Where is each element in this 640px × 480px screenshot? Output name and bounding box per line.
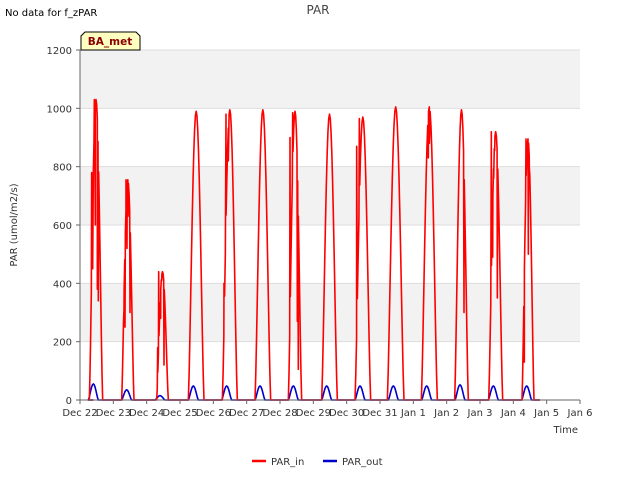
background-band	[80, 50, 580, 109]
y-tick-label: 1000	[47, 104, 72, 115]
background-band	[80, 283, 580, 342]
x-tick-label: Dec 23	[96, 408, 131, 419]
x-tick-label: Dec 22	[62, 408, 97, 419]
x-tick-label: Dec 27	[229, 408, 264, 419]
chart-title: PAR	[306, 3, 329, 17]
x-tick-label: Dec 25	[162, 408, 197, 419]
badge-label: BA_met	[88, 36, 132, 48]
x-tick-label: Jan 2	[433, 408, 459, 419]
x-tick-label: Dec 28	[262, 408, 297, 419]
background-band	[80, 341, 580, 400]
y-tick-label: 1200	[47, 46, 72, 57]
x-tick-label: Jan 6	[567, 408, 593, 419]
y-tick-label: 800	[53, 163, 72, 174]
ba-met-badge: BA_met	[80, 31, 141, 51]
x-tick-label: Dec 31	[362, 408, 397, 419]
x-tick-label: Dec 30	[329, 408, 364, 419]
background-band	[80, 166, 580, 225]
x-tick-label: Jan 5	[533, 408, 559, 419]
x-tick-label: Jan 4	[500, 408, 526, 419]
chart: 020040060080010001200Dec 22Dec 23Dec 24D…	[9, 3, 593, 468]
y-axis-label: PAR (umol/m2/s)	[9, 183, 20, 266]
background-band	[80, 225, 580, 284]
x-tick-label: Dec 26	[196, 408, 231, 419]
legend-label: PAR_out	[342, 457, 383, 468]
y-tick-label: 200	[53, 338, 72, 349]
legend: PAR_in PAR_out	[252, 457, 383, 468]
x-tick-label: Jan 3	[467, 408, 493, 419]
x-axis-label: Time	[553, 425, 578, 436]
y-tick-label: 600	[53, 221, 72, 232]
y-tick-label: 400	[53, 279, 72, 290]
x-tick-label: Dec 24	[129, 408, 164, 419]
x-tick-label: Jan 1	[400, 408, 426, 419]
legend-label: PAR_in	[271, 457, 304, 468]
x-tick-label: Dec 29	[296, 408, 331, 419]
y-tick-label: 0	[66, 396, 72, 407]
